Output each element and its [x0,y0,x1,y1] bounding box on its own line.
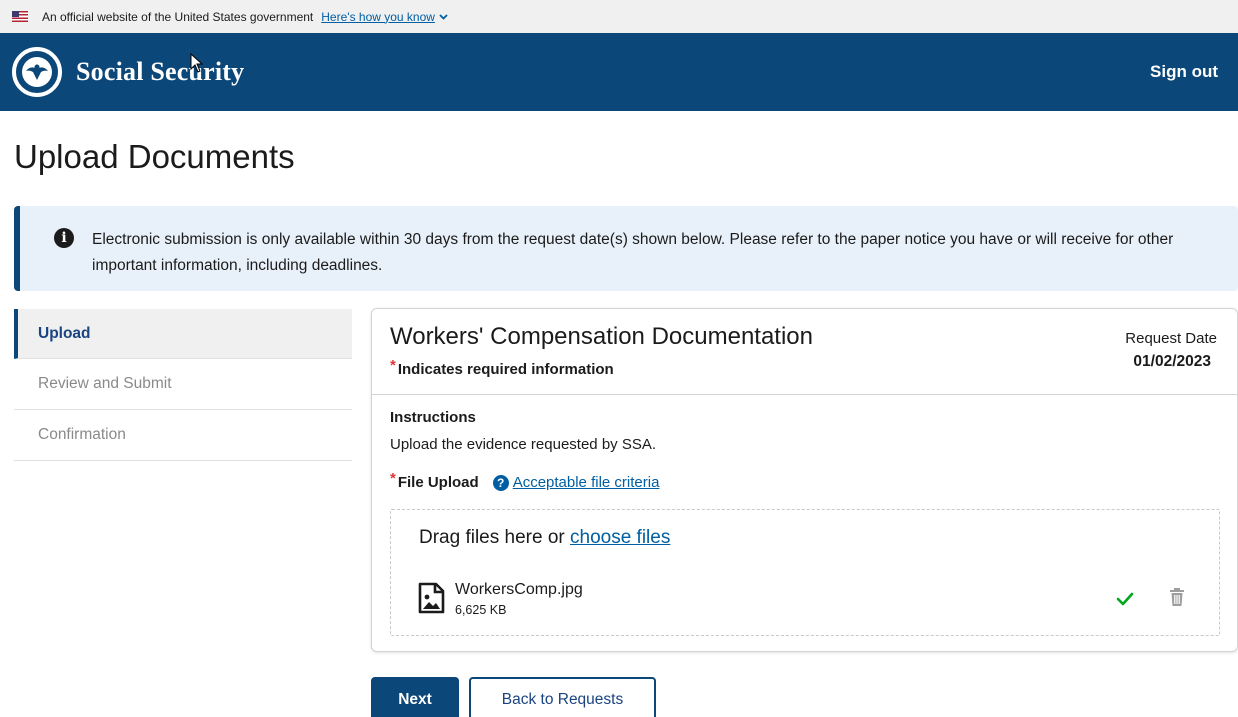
card-header: Workers' Compensation Documentation * Ind… [372,309,1237,395]
chevron-down-icon [439,13,448,20]
card-title: Workers' Compensation Documentation [390,323,813,350]
file-upload-label: File Upload [397,474,479,491]
uploaded-file-name: WorkersComp.jpg [455,581,583,598]
dropzone-text: Drag files here or choose files [419,527,670,549]
brand-name[interactable]: Social Security [76,57,244,87]
file-dropzone[interactable]: Drag files here or choose files WorkersC… [390,509,1220,636]
request-date-label: Request Date [1125,330,1217,347]
how-you-know-link[interactable]: Here's how you know [321,10,448,24]
mouse-pointer-icon [190,53,204,73]
ssa-seal-logo[interactable] [12,47,62,97]
required-asterisk: * [390,470,396,487]
back-to-requests-button[interactable]: Back to Requests [469,677,656,717]
required-asterisk: * [390,357,396,374]
info-alert: i Electronic submission is only availabl… [14,206,1238,291]
sign-out-link[interactable]: Sign out [1150,62,1218,82]
required-note-text: Indicates required information [397,361,614,378]
instructions-text: Upload the evidence requested by SSA. [390,436,657,453]
next-button[interactable]: Next [371,677,459,717]
request-date-value: 01/02/2023 [1133,353,1211,370]
how-you-know-label[interactable]: Here's how you know [321,10,435,24]
us-flag-icon [12,11,28,22]
required-note: * Indicates required information [390,357,614,378]
choose-files-link[interactable]: choose files [570,527,670,548]
site-header: Social Security Sign out [0,33,1238,111]
upload-card: Workers' Compensation Documentation * Ind… [371,308,1238,652]
gov-banner: An official website of the United States… [0,0,1238,33]
instructions-label: Instructions [390,409,476,426]
check-icon [1116,592,1134,606]
alert-text: Electronic submission is only available … [92,231,1174,274]
image-file-icon [418,582,445,614]
file-upload-row: * File Upload ? Acceptable file criteria [390,470,660,491]
step-sidenav: Upload Review and Submit Confirmation [14,309,352,461]
uploaded-file-size: 6,625 KB [455,603,507,617]
question-circle-icon[interactable]: ? [492,474,509,491]
sidenav-item-upload[interactable]: Upload [14,309,352,359]
trash-icon[interactable] [1169,587,1185,607]
sidenav-item-confirmation[interactable]: Confirmation [14,410,352,461]
acceptable-file-criteria-link[interactable]: Acceptable file criteria [513,474,660,491]
page-title: Upload Documents [14,138,295,175]
eagle-icon [22,57,52,87]
sidenav-item-review-and-submit[interactable]: Review and Submit [14,359,352,410]
info-icon: i [54,228,74,248]
dropzone-prefix: Drag files here or [419,527,565,548]
gov-banner-text: An official website of the United States… [42,9,314,24]
